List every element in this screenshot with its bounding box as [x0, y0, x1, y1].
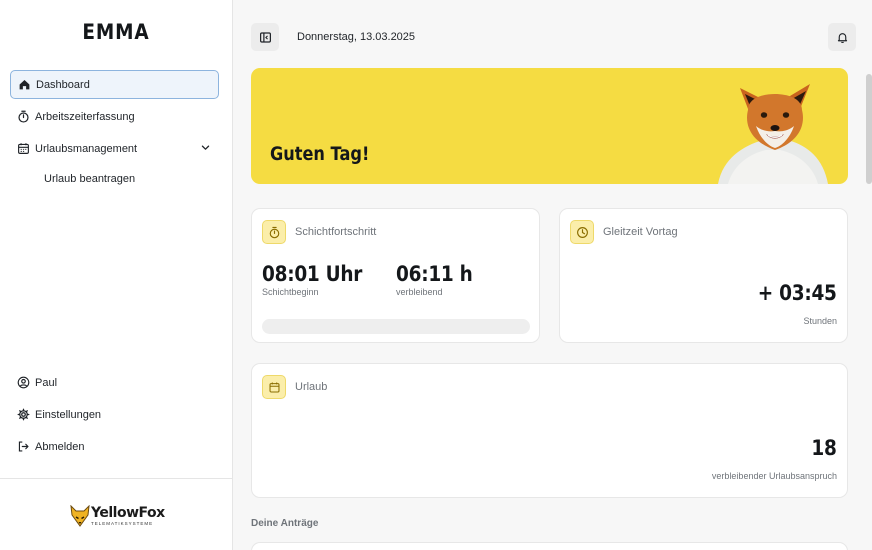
- shift-remaining-label: verbleibend: [396, 287, 443, 297]
- nav-item-label: Paul: [35, 376, 58, 389]
- nav-item-label: Arbeitszeiterfassung: [35, 110, 135, 123]
- requests-card: [251, 542, 848, 550]
- notifications-button[interactable]: [828, 23, 856, 51]
- scrollbar[interactable]: [866, 74, 872, 184]
- logo-tagline: TELEMATIKSYSTEME: [91, 521, 154, 526]
- shift-start-label: Schichtbeginn: [262, 287, 319, 297]
- fox-mascot-image: [718, 84, 828, 184]
- flextime-value: + 03:45: [758, 281, 837, 305]
- vacation-value: 18: [811, 436, 837, 460]
- greeting-title: Guten Tag!: [270, 143, 370, 165]
- vacation-card: Urlaub 18 verbleibender Urlaubsanspruch: [251, 363, 848, 498]
- shift-start: 08:01 Uhr Schichtbeginn: [262, 262, 376, 297]
- card-header: Gleitzeit Vortag: [570, 220, 678, 244]
- nav-item-abmelden[interactable]: Abmelden: [10, 432, 219, 461]
- card-header: Schichtfortschritt: [262, 220, 376, 244]
- nav-item-profile[interactable]: Paul: [10, 368, 219, 397]
- home-icon: [19, 80, 30, 90]
- card-title: Urlaub: [295, 381, 328, 393]
- flextime-unit: Stunden: [803, 316, 837, 326]
- greeting-banner: Guten Tag!: [251, 68, 848, 184]
- current-date: Donnerstag, 13.03.2025: [297, 31, 416, 43]
- nav-item-label: Abmelden: [35, 440, 85, 453]
- nav-item-urlaubsmanagement[interactable]: Urlaubsmanagement: [10, 134, 219, 163]
- card-icon-box: [570, 220, 594, 244]
- shift-remaining-value: 06:11 h: [396, 262, 473, 286]
- card-title: Schichtfortschritt: [295, 226, 377, 238]
- stopwatch-icon: [269, 226, 279, 238]
- yellowfox-logo: YellowFox TELEMATIKSYSTEME: [70, 505, 165, 527]
- fox-logo-icon: [70, 505, 90, 527]
- card-icon-box: [262, 375, 286, 399]
- nav-item-dashboard[interactable]: Dashboard: [10, 70, 219, 99]
- chevron-down-icon[interactable]: [200, 142, 211, 153]
- card-title: Gleitzeit Vortag: [603, 226, 678, 238]
- user-circle-icon: [17, 376, 30, 389]
- logout-icon: [18, 441, 29, 452]
- main-content: Donnerstag, 13.03.2025 Guten Tag! Schich…: [233, 0, 872, 550]
- sidebar-divider: [0, 478, 232, 479]
- calendar-icon: [18, 143, 29, 154]
- toggle-sidebar-button[interactable]: [251, 23, 279, 51]
- sidebar: EMMA Dashboard Arbeitszeiterfassung Urla…: [0, 0, 233, 550]
- nav-subitem-urlaub-beantragen[interactable]: Urlaub beantragen: [10, 166, 219, 192]
- gear-icon: [17, 408, 30, 421]
- shift-progress-card: Schichtfortschritt 08:01 Uhr Schichtbegi…: [251, 208, 540, 343]
- requests-section-title: Deine Anträge: [251, 518, 319, 529]
- nav-item-label: Dashboard: [36, 78, 90, 91]
- stopwatch-icon: [18, 110, 29, 123]
- vacation-label: verbleibender Urlaubsanspruch: [711, 471, 837, 481]
- card-header: Urlaub: [262, 375, 327, 399]
- shift-progress-bar: [262, 319, 530, 334]
- nav-item-label: Einstellungen: [35, 408, 102, 421]
- account-nav: Paul Einstellungen Abmelden: [10, 368, 219, 464]
- bell-icon: [837, 32, 847, 43]
- app-brand: EMMA: [82, 20, 150, 44]
- main-nav: Dashboard Arbeitszeiterfassung Urlaubsma…: [10, 70, 219, 192]
- shift-remaining: 06:11 h verbleibend: [396, 262, 483, 297]
- flextime-card: Gleitzeit Vortag + 03:45 Stunden: [559, 208, 848, 343]
- nav-item-einstellungen[interactable]: Einstellungen: [10, 400, 219, 429]
- nav-item-label: Urlaubsmanagement: [35, 142, 138, 155]
- card-icon-box: [262, 220, 286, 244]
- sidebar-toggle-icon: [259, 31, 271, 43]
- nav-item-arbeitszeiterfassung[interactable]: Arbeitszeiterfassung: [10, 102, 219, 131]
- logo-wordmark: YellowFox TELEMATIKSYSTEME: [91, 506, 165, 526]
- clock-icon: [576, 226, 588, 238]
- shift-start-value: 08:01 Uhr: [262, 262, 363, 286]
- calendar-icon: [269, 381, 279, 392]
- logo-name: YellowFox: [91, 505, 165, 521]
